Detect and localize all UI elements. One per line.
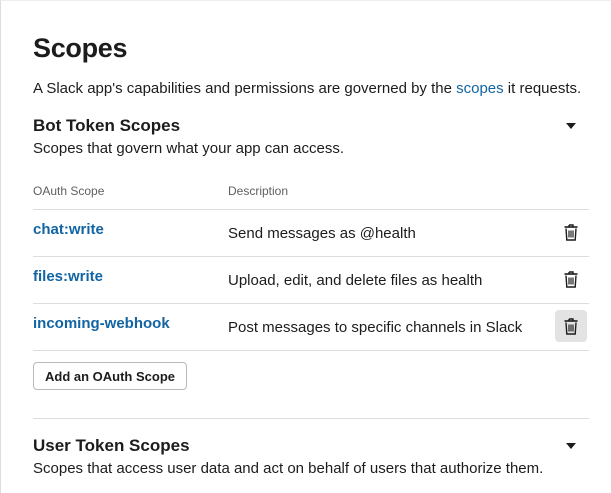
- trash-icon[interactable]: [555, 216, 587, 248]
- bot-scopes-table: OAuth Scope Description chat:write Send …: [33, 177, 589, 351]
- scope-description: Post messages to specific channels in Sl…: [228, 319, 523, 336]
- page-title: Scopes: [33, 33, 128, 63]
- table-row: incoming-webhook Post messages to specif…: [33, 304, 589, 351]
- scopes-link[interactable]: scopes: [456, 80, 504, 97]
- scope-name-link[interactable]: chat:write: [33, 221, 104, 238]
- scopes-panel: Scopes A Slack app's capabilities and pe…: [0, 0, 611, 493]
- trash-icon[interactable]: [555, 263, 587, 295]
- bot-token-scopes-description: Scopes that govern what your app can acc…: [33, 140, 345, 157]
- user-token-scopes-description: Scopes that access user data and act on …: [33, 460, 544, 477]
- scope-name-link[interactable]: files:write: [33, 268, 103, 285]
- caret-down-icon[interactable]: [563, 438, 579, 454]
- column-header-oauth-scope: OAuth Scope: [33, 184, 105, 198]
- caret-down-icon[interactable]: [563, 118, 579, 134]
- table-row: files:write Upload, edit, and delete fil…: [33, 257, 589, 304]
- user-token-scopes-title: User Token Scopes: [33, 436, 190, 455]
- trash-glyph: [564, 317, 578, 335]
- bot-token-scopes-title: Bot Token Scopes: [33, 116, 181, 135]
- intro-text-after: it requests.: [503, 80, 582, 97]
- section-divider: [33, 418, 589, 419]
- column-header-description: Description: [228, 184, 289, 198]
- caret-down-glyph: [566, 443, 576, 449]
- trash-glyph: [564, 223, 578, 241]
- scope-name-link[interactable]: incoming-webhook: [33, 315, 170, 332]
- caret-down-glyph: [566, 123, 576, 129]
- intro-text-before: A Slack app's capabilities and permissio…: [33, 80, 457, 97]
- intro-text: A Slack app's capabilities and permissio…: [33, 79, 581, 99]
- trash-glyph: [564, 270, 578, 288]
- table-row: chat:write Send messages as @health: [33, 210, 589, 257]
- scope-description: Send messages as @health: [228, 225, 416, 242]
- add-oauth-scope-button[interactable]: Add an OAuth Scope: [33, 362, 187, 390]
- scope-description: Upload, edit, and delete files as health: [228, 272, 483, 289]
- table-header: OAuth Scope Description: [33, 177, 589, 210]
- trash-icon[interactable]: [555, 310, 587, 342]
